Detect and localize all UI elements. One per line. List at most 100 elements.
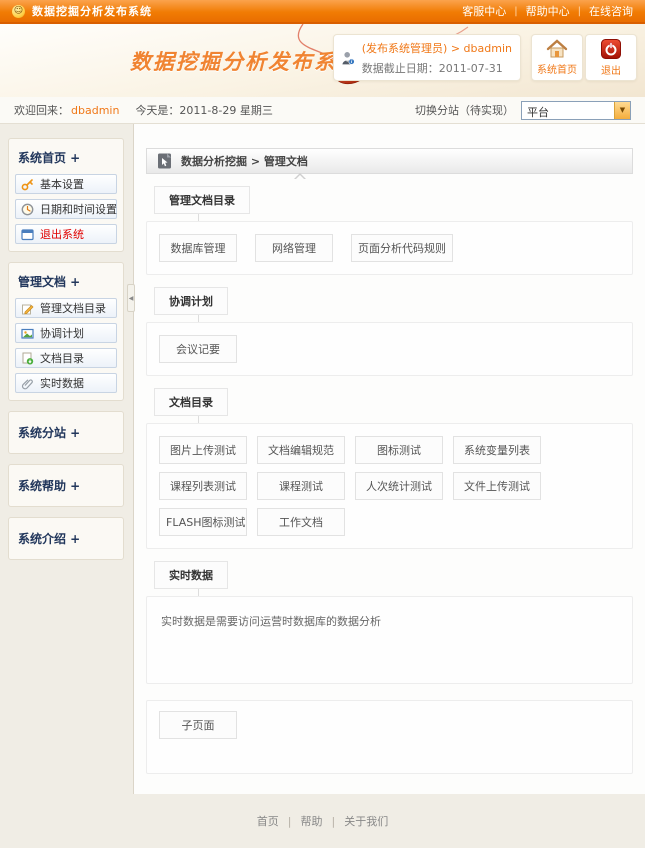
sidebar-item-label: 日期和时间设置 <box>40 201 117 217</box>
link-button-doc-editing-standard[interactable]: 文档编辑规范 <box>257 436 345 464</box>
sidebar-item-manage-doc-directory[interactable]: 管理文档目录 <box>15 298 117 318</box>
sidebar-section-system-intro: 系统介绍 + <box>8 517 124 560</box>
smiley-icon: ☺ <box>12 5 25 18</box>
link-button-course-test[interactable]: 课程测试 <box>257 472 345 500</box>
top-link-help-center[interactable]: 帮助中心 <box>526 3 570 19</box>
sidebar-item-basic-settings[interactable]: 基本设置 <box>15 174 117 194</box>
footer: 首页 | 帮助 | 关于我们 <box>0 794 645 848</box>
today-date: 今天是：2011-8-29 星期三 <box>135 102 272 118</box>
sidebar-item-label: 协调计划 <box>40 325 84 341</box>
top-bar: ☺ 数据挖掘分析发布系统 客服中心 | 帮助中心 | 在线咨询 <box>0 0 645 24</box>
sidebar-item-exit-system[interactable]: 退出系统 <box>15 224 117 244</box>
site-select[interactable]: 平台 ▼ <box>521 101 631 120</box>
top-link-customer-service[interactable]: 客服中心 <box>462 3 506 19</box>
sidebar-section-title[interactable]: 管理文档 + <box>15 269 117 298</box>
connector-line <box>198 315 199 322</box>
site-switch-label: 切换分站（待实现） <box>415 102 514 118</box>
link-button-database-management[interactable]: 数据库管理 <box>159 234 237 262</box>
connector-line <box>198 214 199 221</box>
divider: | <box>332 815 336 828</box>
logout-button[interactable]: 退出 <box>585 34 637 81</box>
button-row: 子页面 <box>159 711 620 739</box>
divider: | <box>514 6 517 17</box>
header: 数据挖掘分析发布系统 i (发布系统管理员) > dbadmin 数据截止日期：… <box>0 24 645 97</box>
top-bar-brand-area: ☺ 数据挖掘分析发布系统 <box>12 3 152 19</box>
link-button-file-upload-test[interactable]: 文件上传测试 <box>453 472 541 500</box>
power-icon <box>601 39 621 59</box>
top-bar-links: 客服中心 | 帮助中心 | 在线咨询 <box>462 3 633 19</box>
section-tab-coordination-plan[interactable]: 协调计划 <box>154 287 228 315</box>
breadcrumb: 数据分析挖掘 > 管理文档 <box>181 153 308 169</box>
footer-link-about-us[interactable]: 关于我们 <box>344 813 388 829</box>
user-info-panel: i (发布系统管理员) > dbadmin 数据截止日期：2011-07-31 <box>333 34 521 81</box>
logo-text: 数据挖掘分析发布系统 <box>130 50 360 74</box>
top-link-online-consult[interactable]: 在线咨询 <box>589 3 633 19</box>
sidebar-section-system-substations: 系统分站 + <box>8 411 124 454</box>
download-icon <box>21 352 34 365</box>
footer-link-help[interactable]: 帮助 <box>301 813 323 829</box>
sidebar-item-label: 实时数据 <box>40 375 84 391</box>
link-button-page-analysis-code-rules[interactable]: 页面分析代码规则 <box>351 234 453 262</box>
link-button-work-document[interactable]: 工作文档 <box>257 508 345 536</box>
welcome-prefix: 欢迎回来： <box>14 102 69 118</box>
edit-icon <box>21 302 34 315</box>
connector-line <box>198 589 199 596</box>
user-role[interactable]: (发布系统管理员) > dbadmin <box>362 40 512 56</box>
home-button-label: 系统首页 <box>537 61 577 76</box>
button-row: 数据库管理 网络管理 页面分析代码规则 <box>159 234 620 262</box>
window-icon <box>21 228 34 241</box>
sidebar-section-title[interactable]: 系统分站 + <box>15 418 117 447</box>
breadcrumb-bar: 数据分析挖掘 > 管理文档 <box>146 148 633 174</box>
link-button-course-list-test[interactable]: 课程列表测试 <box>159 472 247 500</box>
sidebar-collapse-handle[interactable]: ◀ <box>127 284 135 312</box>
link-button-icon-test[interactable]: 图标测试 <box>355 436 443 464</box>
document-icon <box>157 153 173 169</box>
data-cutoff-date: 数据截止日期：2011-07-31 <box>362 60 512 76</box>
welcome-bar: 欢迎回来： dbadmin 今天是：2011-8-29 星期三 切换分站（待实现… <box>0 97 645 124</box>
connector-line <box>198 416 199 423</box>
link-button-sub-page[interactable]: 子页面 <box>159 711 237 739</box>
panel-manage-doc-directory: 数据库管理 网络管理 页面分析代码规则 <box>146 221 633 275</box>
link-button-flash-icon-test[interactable]: FLASH图标测试 <box>159 508 247 536</box>
sidebar-item-realtime-data[interactable]: 实时数据 <box>15 373 117 393</box>
sidebar-section-system-help: 系统帮助 + <box>8 464 124 507</box>
link-button-image-upload-test[interactable]: 图片上传测试 <box>159 436 247 464</box>
main-content: 数据分析挖掘 > 管理文档 管理文档目录 数据库管理 网络管理 页面分析代码规则… <box>133 124 645 794</box>
welcome-username[interactable]: dbadmin <box>71 104 119 117</box>
link-button-network-management[interactable]: 网络管理 <box>255 234 333 262</box>
panel-doc-directory: 图片上传测试 文档编辑规范 图标测试 系统变量列表 课程列表测试 课程测试 人次… <box>146 423 633 549</box>
sidebar-section-system-home: 系统首页 + 基本设置 日期和时间设置 退 <box>8 138 124 252</box>
chevron-down-icon[interactable]: ▼ <box>614 102 630 119</box>
section-tab-realtime-data[interactable]: 实时数据 <box>154 561 228 589</box>
site-select-value: 平台 <box>522 102 614 119</box>
sidebar-section-manage-docs: 管理文档 + 管理文档目录 协调计划 <box>8 262 124 401</box>
sidebar-item-doc-directory[interactable]: 文档目录 <box>15 348 117 368</box>
logo: 数据挖掘分析发布系统 <box>130 46 360 76</box>
clock-icon <box>21 203 34 216</box>
link-button-system-variable-list[interactable]: 系统变量列表 <box>453 436 541 464</box>
sidebar-section-title[interactable]: 系统介绍 + <box>15 524 117 553</box>
sidebar: 系统首页 + 基本设置 日期和时间设置 退 <box>0 124 133 794</box>
section-tab-manage-doc-directory[interactable]: 管理文档目录 <box>154 186 250 214</box>
home-button[interactable]: 系统首页 <box>531 34 583 81</box>
sidebar-section-title[interactable]: 系统帮助 + <box>15 471 117 500</box>
sidebar-item-label: 文档目录 <box>40 350 84 366</box>
button-row: 会议记要 <box>159 335 620 363</box>
sidebar-item-coordination-plan[interactable]: 协调计划 <box>15 323 117 343</box>
avatar-icon: i <box>342 41 355 75</box>
sidebar-item-datetime-settings[interactable]: 日期和时间设置 <box>15 199 117 219</box>
section-tab-doc-directory[interactable]: 文档目录 <box>154 388 228 416</box>
app-title: 数据挖掘分析发布系统 <box>32 3 152 19</box>
sidebar-item-label: 退出系统 <box>40 226 84 242</box>
picture-icon <box>21 327 34 340</box>
collapse-arrow-icon: ◀ <box>129 295 134 302</box>
logout-button-label: 退出 <box>601 62 621 77</box>
footer-link-home[interactable]: 首页 <box>257 813 279 829</box>
sidebar-section-title[interactable]: 系统首页 + <box>15 145 117 174</box>
sidebar-item-label: 基本设置 <box>40 176 84 192</box>
link-button-visit-statistics-test[interactable]: 人次统计测试 <box>355 472 443 500</box>
panel-coordination-plan: 会议记要 <box>146 322 633 376</box>
link-button-meeting-minutes[interactable]: 会议记要 <box>159 335 237 363</box>
panel-realtime-data: 实时数据是需要访问运营时数据库的数据分析 <box>146 596 633 684</box>
site-switch-area: 切换分站（待实现） 平台 ▼ <box>415 101 631 120</box>
